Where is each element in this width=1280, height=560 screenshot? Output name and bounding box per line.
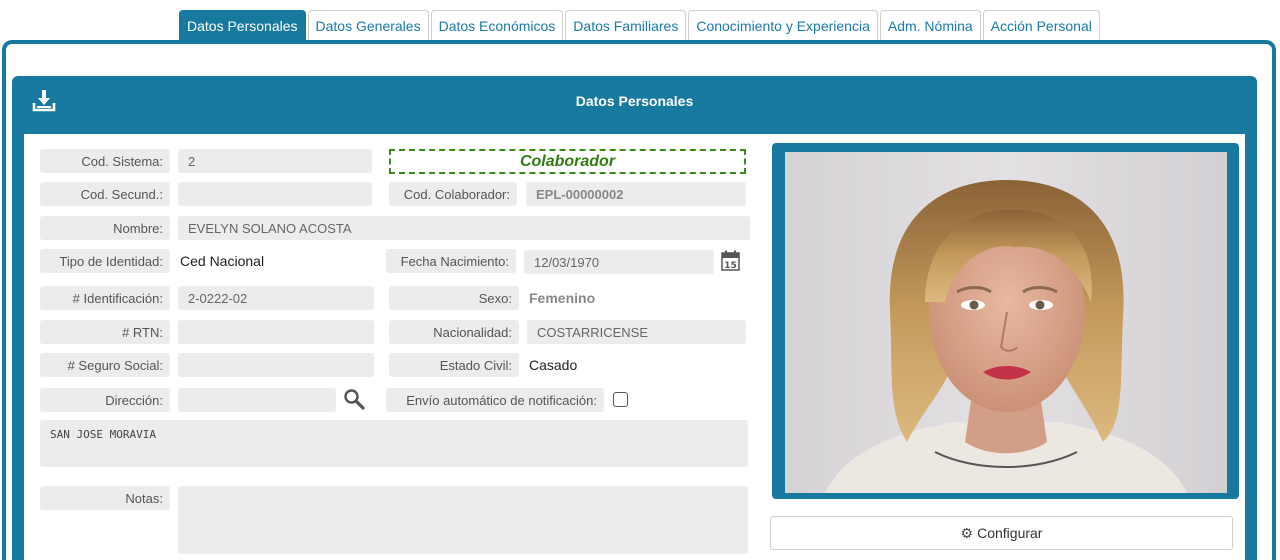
configurar-button[interactable]: ⚙ Configurar: [770, 516, 1233, 550]
cod-secund-label: Cod. Secund.:: [40, 182, 170, 206]
photo-frame: [772, 143, 1239, 499]
nombre-label: Nombre:: [40, 216, 170, 240]
sexo-label: Sexo:: [389, 286, 519, 310]
panel-title: Datos Personales: [575, 93, 694, 109]
profile-photo: [785, 152, 1227, 493]
sexo-select[interactable]: Femenino: [527, 286, 746, 310]
seguro-social-label: # Seguro Social:: [40, 353, 170, 377]
estado-civil-label: Estado Civil:: [389, 353, 519, 377]
tab-datos-personales[interactable]: Datos Personales: [179, 10, 306, 40]
search-icon[interactable]: [343, 388, 365, 410]
identificacion-label: # Identificación:: [40, 286, 170, 310]
direccion-field[interactable]: [178, 388, 336, 412]
cod-sistema-field[interactable]: 2: [178, 149, 372, 173]
colaborador-badge: Colaborador: [389, 149, 746, 174]
cod-colaborador-field[interactable]: EPL-00000002: [526, 182, 746, 206]
tipo-identidad-label: Tipo de Identidad:: [40, 249, 170, 273]
tab-bar: Datos Personales Datos Generales Datos E…: [179, 10, 1102, 40]
fecha-nacimiento-label: Fecha Nacimiento:: [386, 249, 516, 273]
nacionalidad-label: Nacionalidad:: [389, 320, 519, 344]
tipo-identidad-select[interactable]: Ced Nacional: [178, 249, 372, 273]
tab-adm-nomina[interactable]: Adm. Nómina: [879, 10, 981, 40]
envio-notificacion-label: Envío automático de notificación:: [386, 388, 604, 412]
direccion-label: Dirección:: [40, 388, 170, 412]
direccion-textarea[interactable]: SAN JOSE MORAVIA: [40, 420, 748, 467]
gear-icon: ⚙: [960, 524, 974, 541]
panel-header: Datos Personales: [12, 76, 1257, 132]
tab-datos-familiares[interactable]: Datos Familiares: [565, 10, 687, 40]
calendar-icon[interactable]: 15: [721, 250, 740, 271]
envio-notificacion-checkbox[interactable]: [613, 392, 628, 407]
seguro-social-field[interactable]: [178, 353, 374, 377]
tab-accion-personal[interactable]: Acción Personal: [982, 10, 1100, 40]
identificacion-field[interactable]: 2-0222-02: [178, 286, 374, 310]
cod-colaborador-label: Cod. Colaborador:: [389, 182, 517, 206]
estado-civil-select[interactable]: Casado: [527, 353, 746, 377]
tab-conocimiento-experiencia[interactable]: Conocimiento y Experiencia: [688, 10, 878, 40]
cod-sistema-label: Cod. Sistema:: [40, 149, 170, 173]
nacionalidad-field[interactable]: COSTARRICENSE: [527, 320, 746, 344]
notas-textarea[interactable]: [178, 486, 748, 554]
tab-datos-generales[interactable]: Datos Generales: [307, 10, 429, 40]
rtn-field[interactable]: [178, 320, 374, 344]
fecha-nacimiento-field[interactable]: 12/03/1970: [524, 250, 714, 274]
rtn-label: # RTN:: [40, 320, 170, 344]
configurar-label: Configurar: [977, 525, 1043, 541]
tab-datos-economicos[interactable]: Datos Económicos: [430, 10, 564, 40]
svg-text:15: 15: [724, 261, 737, 271]
cod-secund-field[interactable]: [178, 182, 372, 206]
notas-label: Notas:: [40, 486, 170, 510]
nombre-field[interactable]: EVELYN SOLANO ACOSTA: [178, 216, 750, 240]
